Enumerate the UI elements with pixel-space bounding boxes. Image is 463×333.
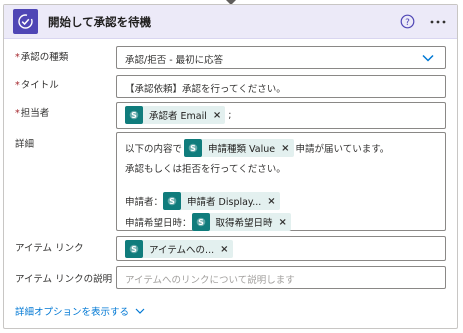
details-label: 詳細 [15, 139, 35, 150]
sharepoint-icon: S [125, 106, 143, 124]
token-remove-icon[interactable]: × [267, 196, 275, 207]
request-type-token[interactable]: S 申請種類 Value × [184, 139, 294, 157]
details-text: 申請者： [125, 197, 164, 208]
desired-date-token[interactable]: S 取得希望日時 × [191, 213, 291, 231]
details-textarea[interactable]: 以下の内容で S 申請種類 Value × 申請が届いています。 承認もしくは拒… [116, 132, 446, 231]
required-mark: * [15, 80, 20, 91]
details-text: 承認もしくは拒否を行ってください。 [125, 164, 286, 175]
token-remove-icon[interactable]: × [279, 217, 287, 228]
svg-text:S: S [198, 218, 204, 227]
sharepoint-icon: S [163, 192, 182, 210]
required-mark: * [15, 108, 20, 119]
approval-type-label-text: 承認の種類 [20, 52, 69, 63]
item-link-description-label: アイテム リンクの説明 [15, 274, 113, 285]
item-link-description-row: アイテム リンクの説明 アイテムへのリンクについて説明します [4, 264, 457, 292]
details-line-2: 承認もしくは拒否を行ってください。 [125, 161, 286, 175]
chevron-down-icon [135, 308, 145, 314]
advanced-options-link[interactable]: 詳細オプションを表示する [15, 304, 145, 318]
approval-type-row: *承認の種類 承認/拒否 - 最初に応答 [4, 45, 457, 71]
title-label-text: タイトル [20, 80, 59, 91]
more-icon[interactable] [428, 14, 448, 29]
title-row: *タイトル 【承認依頼】承認を行ってください。 [4, 73, 457, 99]
sharepoint-icon: S [184, 139, 203, 157]
token-remove-icon[interactable]: × [281, 143, 289, 154]
details-row: 詳細 以下の内容で S 申請種類 Value × 申請が届いています。 承認もし… [4, 131, 457, 233]
approval-type-value: 承認/拒否 - 最初に応答 [125, 55, 224, 66]
token-label: 申請種類 Value [208, 144, 276, 155]
svg-text:S: S [131, 245, 137, 254]
item-link-token[interactable]: S アイテムへの... × [125, 240, 233, 258]
assigned-to-label: *担当者 [15, 105, 49, 119]
title-label: *タイトル [15, 77, 59, 91]
item-link-description-input[interactable]: アイテムへのリンクについて説明します [116, 266, 446, 289]
assigned-to-label-text: 担当者 [20, 108, 50, 119]
item-link-description-placeholder: アイテムへのリンクについて説明します [125, 275, 295, 286]
svg-text:S: S [131, 111, 137, 120]
approval-action-card: 開始して承認を待機 ? *承認の種類 承認/拒否 - 最初に応答 *タイトル 【… [3, 4, 458, 329]
token-label: アイテムへの... [149, 245, 215, 256]
svg-text:S: S [169, 197, 175, 206]
token-label: 取得希望日時 [215, 218, 273, 229]
separator: ; [228, 109, 232, 121]
token-remove-icon[interactable]: × [213, 110, 221, 121]
token-label: 承認者 Email [149, 111, 207, 122]
svg-text:S: S [190, 144, 196, 153]
title-value: 【承認依頼】承認を行ってください。 [125, 84, 286, 95]
approval-type-label: *承認の種類 [15, 49, 68, 63]
item-link-content: S アイテムへの... × [125, 240, 233, 258]
token-label: 申請者 Display... [187, 197, 262, 208]
svg-text:?: ? [405, 18, 410, 28]
details-line-4: 申請希望日時： S 取得希望日時 × [125, 213, 291, 231]
approval-icon [13, 9, 38, 34]
details-text: 申請が届いています。 [295, 144, 390, 155]
applicant-token[interactable]: S 申請者 Display... × [163, 192, 280, 210]
approval-type-select[interactable]: 承認/拒否 - 最初に応答 [116, 46, 446, 69]
item-link-input[interactable]: S アイテムへの... × [116, 236, 446, 261]
assigned-to-row: *担当者 S 承認者 Email × ; [4, 100, 457, 130]
advanced-options-label: 詳細オプションを表示する [15, 307, 130, 318]
item-link-label: アイテム リンク [15, 243, 84, 254]
chevron-down-icon[interactable] [422, 54, 434, 62]
title-input[interactable]: 【承認依頼】承認を行ってください。 [116, 75, 446, 98]
required-mark: * [15, 52, 20, 63]
details-text: 申請希望日時： [125, 218, 192, 229]
item-link-row: アイテム リンク S アイテムへの... × [4, 234, 457, 264]
assigned-to-content: S 承認者 Email × ; [125, 106, 231, 124]
assigned-to-input[interactable]: S 承認者 Email × ; [116, 102, 446, 129]
details-text: 以下の内容で [125, 144, 183, 155]
action-header[interactable]: 開始して承認を待機 ? [4, 5, 457, 39]
approver-email-token[interactable]: S 承認者 Email × [125, 106, 226, 124]
sharepoint-icon: S [125, 240, 143, 258]
sharepoint-icon: S [191, 213, 210, 231]
action-title: 開始して承認を待機 [48, 15, 152, 29]
help-circle-icon[interactable]: ? [400, 14, 415, 29]
token-remove-icon[interactable]: × [220, 244, 228, 255]
details-line-1: 以下の内容で S 申請種類 Value × 申請が届いています。 [125, 139, 389, 157]
details-line-3: 申請者： S 申請者 Display... × [125, 192, 280, 210]
